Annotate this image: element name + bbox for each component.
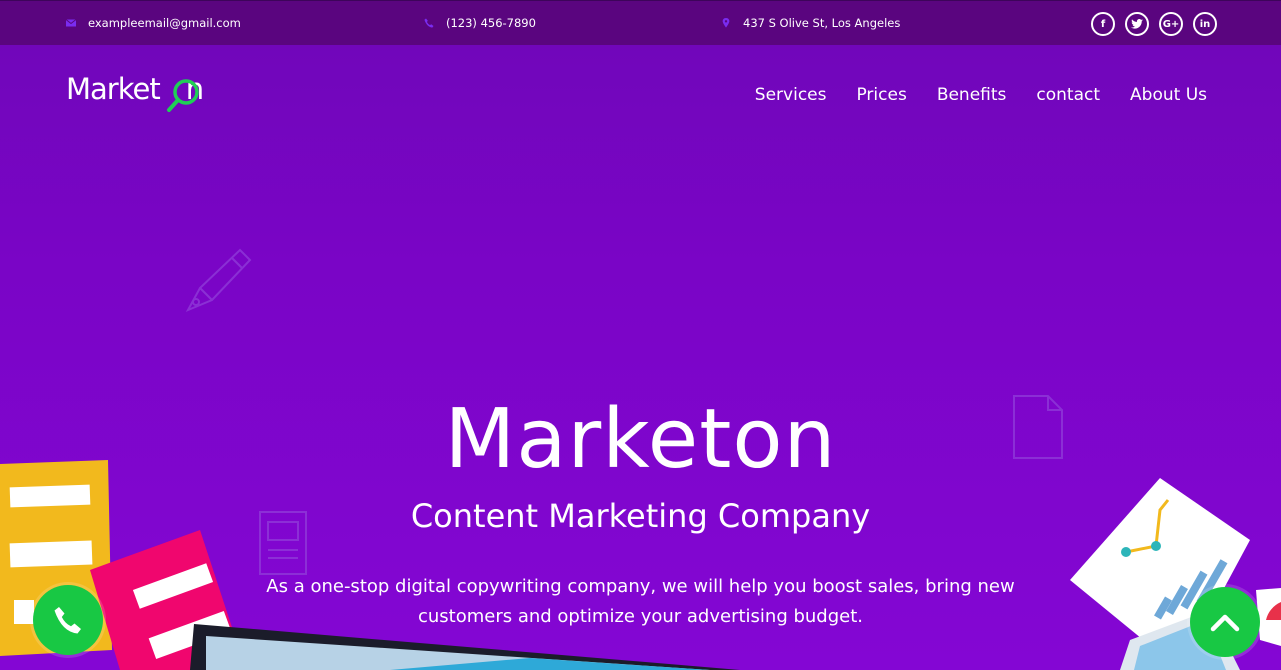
email-info[interactable]: exampleemail@gmail.com <box>66 16 241 30</box>
phone-info[interactable]: (123) 456-7890 <box>424 16 536 30</box>
nav-services[interactable]: Services <box>755 85 827 105</box>
chevron-up-icon <box>1210 614 1240 632</box>
logo[interactable]: Market n <box>66 70 226 114</box>
map-pin-icon <box>722 18 730 28</box>
envelope-icon <box>66 19 76 27</box>
phone-text: (123) 456-7890 <box>446 16 536 30</box>
page: exampleemail@gmail.com (123) 456-7890 43… <box>0 0 1281 670</box>
phone-icon <box>54 607 81 634</box>
phone-small-icon <box>424 18 434 28</box>
facebook-icon[interactable]: f <box>1091 12 1115 36</box>
logo-text-start: Market <box>66 72 161 106</box>
hero-description-line-1: As a one-stop digital copywriting compan… <box>266 576 1015 597</box>
top-info-bar: exampleemail@gmail.com (123) 456-7890 43… <box>0 0 1281 45</box>
nav-benefits[interactable]: Benefits <box>937 85 1007 105</box>
pen-decoration-icon <box>185 248 252 313</box>
nav-contact[interactable]: contact <box>1036 85 1100 105</box>
email-text: exampleemail@gmail.com <box>88 16 241 30</box>
hero-description: As a one-stop digital copywriting compan… <box>0 572 1281 632</box>
address-info: 437 S Olive St, Los Angeles <box>721 16 900 30</box>
social-links: f G+ in <box>1091 12 1217 36</box>
twitter-icon[interactable] <box>1125 12 1149 36</box>
twitter-bird-icon <box>1131 19 1143 29</box>
hero-subtitle: Content Marketing Company <box>410 497 871 535</box>
call-button[interactable] <box>33 585 103 655</box>
hero-description-line-2: customers and optimize your advertising … <box>417 606 864 627</box>
main-nav: Services Prices Benefits contact About U… <box>755 85 1207 105</box>
nav-about-us[interactable]: About Us <box>1130 85 1207 105</box>
hero-title: Marketon <box>444 392 837 487</box>
address-text: 437 S Olive St, Los Angeles <box>743 16 901 30</box>
google-plus-icon[interactable]: G+ <box>1159 12 1183 36</box>
magnifier-logo-icon <box>167 79 199 112</box>
nav-prices[interactable]: Prices <box>856 85 906 105</box>
scroll-to-top-button[interactable] <box>1190 587 1260 657</box>
linkedin-icon[interactable]: in <box>1193 12 1217 36</box>
